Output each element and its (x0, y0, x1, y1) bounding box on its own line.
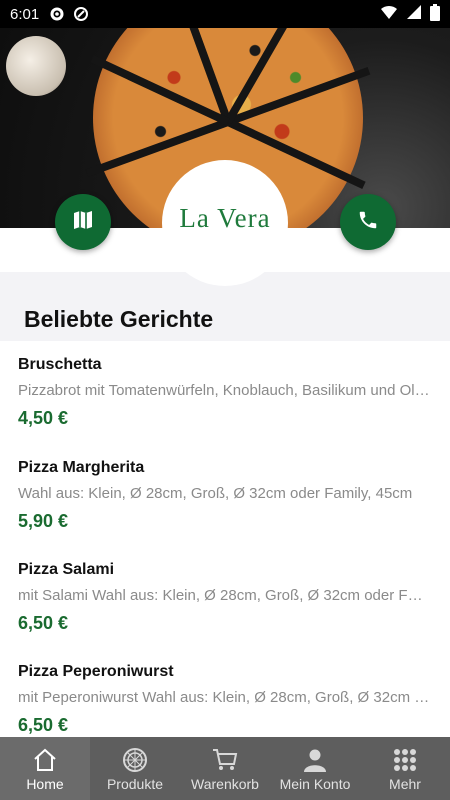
dish-name: Bruschetta (18, 356, 102, 373)
dish-price: 4,50 € (18, 408, 69, 428)
data-saver-icon (73, 6, 89, 22)
dish-item[interactable]: Pizza Margherita Wahl aus: Klein, Ø 28cm… (18, 458, 430, 532)
nav-mein-konto-label: Mein Konto (279, 776, 351, 792)
dish-description: Wahl aus: Klein, Ø 28cm, Groß, Ø 32cm od… (18, 485, 413, 502)
dish-price: 6,50 € (18, 613, 69, 633)
dish-description: Pizzabrot mit Tomatenwürfeln, Knoblauch,… (18, 382, 430, 399)
dish-item[interactable]: Pizza Peperoniwurst mit Peperoniwurst Wa… (18, 662, 430, 736)
battery-icon (430, 3, 440, 25)
logo-text: La Vera (179, 202, 271, 233)
phone-icon (357, 209, 379, 236)
map-icon (72, 209, 94, 236)
status-time: 6:01 (10, 5, 40, 23)
nav-produkte[interactable]: Produkte (90, 737, 180, 800)
nav-warenkorb[interactable]: Warenkorb (180, 737, 270, 800)
nav-home[interactable]: Home (0, 737, 90, 800)
dish-name: Pizza Peperoniwurst (18, 663, 174, 680)
dish-name: Pizza Salami (18, 561, 115, 578)
nav-mehr-label: Mehr (389, 776, 421, 792)
map-button[interactable] (55, 194, 111, 250)
nav-mein-konto[interactable]: Mein Konto (270, 737, 360, 800)
pizza-icon (122, 748, 148, 772)
nav-mehr[interactable]: Mehr (360, 737, 450, 800)
dish-name: Pizza Margherita (18, 459, 145, 476)
popular-dishes-list: Bruschetta Pizzabrot mit Tomatenwürfeln,… (0, 341, 450, 737)
user-icon (303, 748, 327, 772)
nav-warenkorb-label: Warenkorb (191, 776, 259, 792)
settings-gear-icon (49, 6, 65, 22)
section-title: Beliebte Gerichte (24, 306, 214, 332)
nav-home-label: Home (26, 776, 64, 792)
home-icon (32, 748, 58, 772)
garlic-decoration (6, 36, 66, 96)
dish-price: 6,50 € (18, 715, 69, 735)
grid-icon (393, 748, 417, 772)
wifi-icon (380, 4, 398, 24)
status-bar: 6:01 (0, 0, 450, 28)
dish-item[interactable]: Bruschetta Pizzabrot mit Tomatenwürfeln,… (18, 355, 430, 429)
dish-item[interactable]: Pizza Salami mit Salami Wahl aus: Klein,… (18, 560, 430, 634)
signal-icon (406, 4, 422, 24)
nav-produkte-label: Produkte (106, 776, 164, 792)
dish-price: 5,90 € (18, 511, 69, 531)
cart-icon (212, 748, 238, 772)
dish-description: mit Peperoniwurst Wahl aus: Klein, Ø 28c… (18, 689, 430, 706)
bottom-navigation: Home Produkte Warenkorb Mein Konto Mehr (0, 737, 450, 800)
call-button[interactable] (340, 194, 396, 250)
restaurant-logo: La Vera (162, 160, 288, 286)
dish-description: mit Salami Wahl aus: Klein, Ø 28cm, Groß… (18, 587, 430, 604)
